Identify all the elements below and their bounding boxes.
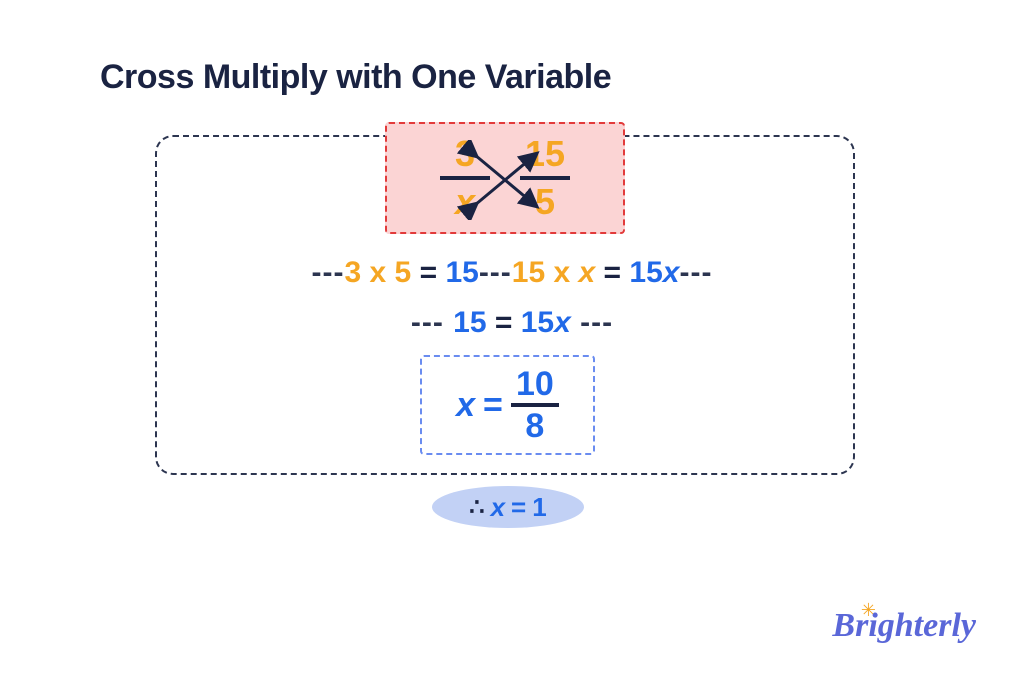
left-denominator: x [455,182,475,220]
mult-sign: x [545,256,578,289]
eq-sign: = [511,492,526,523]
var-x: x [456,386,475,425]
final-value: 1 [532,492,546,523]
eq-sign: = [487,306,521,339]
therefore-symbol: ∴ [469,493,484,522]
step3-row: --- 15 = 15x --- [0,306,1024,340]
left-numerator: 3 [455,136,475,174]
result-15x-num: 15 [629,256,662,289]
brand-logo: Brighterly [832,607,976,645]
result-fraction: 10 8 [511,367,559,443]
eq-sign: = [483,386,503,425]
cross-multiply-box: 3 x 15 5 [385,122,625,234]
eq-sign: = [411,256,445,289]
var-x: x [491,492,505,523]
factor-3: 3 [345,256,362,289]
result-numerator: 10 [516,367,554,401]
left-fraction: 3 x [440,136,490,220]
rhs-x: x [554,306,571,339]
x-equals-fraction-box: x = 10 8 [420,355,595,455]
conclusion-oval: ∴ x = 1 [432,486,584,528]
result-denominator: 8 [525,409,544,443]
dash-right: --- [571,306,613,339]
right-numerator: 15 [525,136,565,174]
fraction-bar [440,176,490,180]
right-fraction: 15 5 [520,136,570,220]
rhs-15: 15 [521,306,554,339]
right-denominator: 5 [535,182,555,220]
lhs-15: 15 [453,306,486,339]
dash-left: --- [411,306,453,339]
mult-sign: x [361,256,394,289]
factor-x: x [579,256,596,289]
step2-row: ---3 x 5 = 15---15 x x = 15x--- [0,256,1024,290]
page-title: Cross Multiply with One Variable [100,58,611,97]
dash-mid: --- [479,256,512,289]
fraction-bar [520,176,570,180]
factor-15: 15 [512,256,545,289]
factor-5: 5 [395,256,412,289]
result-15x-var: x [663,256,680,289]
result-15: 15 [445,256,478,289]
dash-right: --- [679,256,712,289]
dash-left: --- [312,256,345,289]
eq-sign: = [595,256,629,289]
